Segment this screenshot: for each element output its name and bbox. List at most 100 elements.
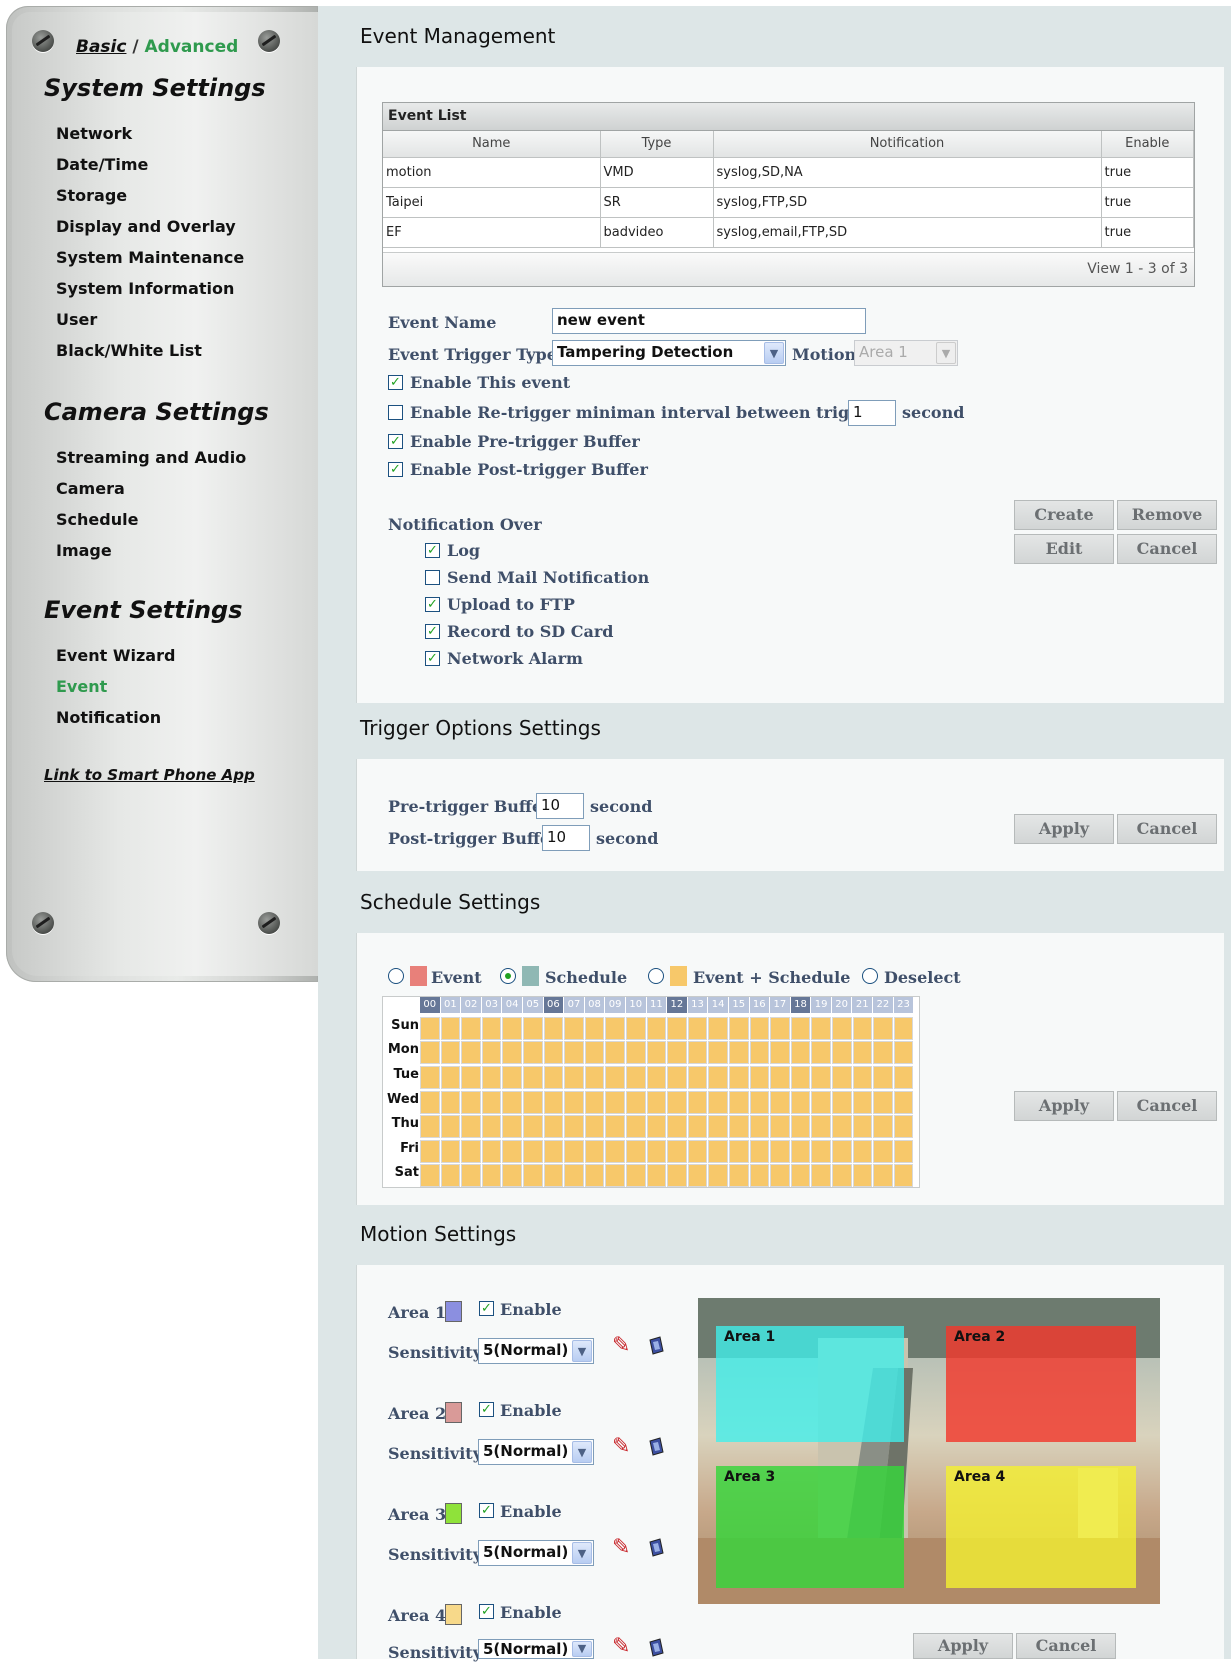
day-label[interactable]: Wed xyxy=(383,1092,419,1107)
schedule-cell[interactable] xyxy=(605,1164,625,1187)
schedule-cell[interactable] xyxy=(440,1115,461,1138)
schedule-cell[interactable] xyxy=(605,1066,625,1089)
notify-ftp-checkbox[interactable]: ✓ xyxy=(425,597,440,612)
schedule-cell[interactable] xyxy=(893,1140,914,1163)
schedule-cell[interactable] xyxy=(749,1091,770,1114)
schedule-cell[interactable] xyxy=(687,1066,708,1089)
area-3-sensitivity-select[interactable]: 5(Normal) ▼ xyxy=(478,1540,594,1566)
area-4-enable-checkbox[interactable]: ✓ xyxy=(479,1604,494,1619)
nav-event[interactable]: Event xyxy=(56,671,175,702)
create-button[interactable]: Create xyxy=(1014,500,1114,530)
schedule-cell[interactable] xyxy=(481,1017,502,1040)
pencil-icon[interactable]: ✎ xyxy=(612,1636,630,1658)
schedule-cell[interactable] xyxy=(481,1066,502,1089)
schedule-cell[interactable] xyxy=(873,1164,893,1187)
pre-trigger-input[interactable]: 10 xyxy=(536,793,584,819)
schedule-cell[interactable] xyxy=(440,1091,461,1114)
schedule-cell[interactable] xyxy=(523,1066,543,1089)
schedule-cell[interactable] xyxy=(811,1115,831,1138)
cancel-event-button[interactable]: Cancel xyxy=(1117,534,1217,564)
notify-mail-checkbox[interactable] xyxy=(425,570,440,585)
hour-label[interactable]: 22 xyxy=(873,997,894,1013)
nav-system-maintenance[interactable]: System Maintenance xyxy=(56,242,244,273)
apply-trigger-button[interactable]: Apply xyxy=(1014,814,1114,844)
schedule-cell[interactable] xyxy=(687,1041,708,1064)
nav-event-wizard[interactable]: Event Wizard xyxy=(56,640,175,671)
table-row[interactable]: motion VMD syslog,SD,NA true xyxy=(383,157,1194,188)
event-radio[interactable] xyxy=(388,968,404,984)
schedule-cell[interactable] xyxy=(729,1041,749,1064)
schedule-grid[interactable]: 00 01 02 03 04 05 06 07 08 09 10 11 12 1… xyxy=(382,996,920,1188)
schedule-cell[interactable] xyxy=(420,1041,440,1064)
schedule-cell[interactable] xyxy=(667,1140,687,1163)
schedule-cell[interactable] xyxy=(440,1017,461,1040)
schedule-cell[interactable] xyxy=(481,1140,502,1163)
schedule-cell[interactable] xyxy=(687,1091,708,1114)
edit-button[interactable]: Edit xyxy=(1014,534,1114,564)
nav-display-overlay[interactable]: Display and Overlay xyxy=(56,211,244,242)
pencil-icon[interactable]: ✎ xyxy=(612,1335,630,1357)
schedule-cell[interactable] xyxy=(687,1164,708,1187)
notify-alarm-checkbox[interactable]: ✓ xyxy=(425,651,440,666)
apply-motion-button[interactable]: Apply xyxy=(913,1633,1013,1659)
smart-phone-app-link[interactable]: Link to Smart Phone App xyxy=(44,766,255,784)
schedule-cell[interactable] xyxy=(543,1115,564,1138)
hour-label[interactable]: 11 xyxy=(646,997,668,1013)
cancel-motion-button[interactable]: Cancel xyxy=(1016,1633,1116,1659)
schedule-cell[interactable] xyxy=(770,1066,790,1089)
schedule-cell[interactable] xyxy=(440,1140,461,1163)
event-trigger-type-select[interactable]: Tampering Detection ▼ xyxy=(552,340,786,366)
advanced-mode-link[interactable]: Advanced xyxy=(145,37,239,57)
schedule-cell[interactable] xyxy=(543,1091,564,1114)
schedule-cell[interactable] xyxy=(461,1115,481,1138)
schedule-cell[interactable] xyxy=(893,1066,914,1089)
hour-label[interactable]: 21 xyxy=(852,997,874,1013)
schedule-cell[interactable] xyxy=(708,1140,728,1163)
camera-preview-image[interactable]: Area 1 Area 2 Area 3 Area 4 xyxy=(698,1298,1160,1604)
schedule-cell[interactable] xyxy=(811,1066,831,1089)
schedule-cell[interactable] xyxy=(729,1091,749,1114)
schedule-cell[interactable] xyxy=(687,1115,708,1138)
hour-label[interactable]: 13 xyxy=(687,997,709,1013)
schedule-cell[interactable] xyxy=(749,1066,770,1089)
column-header-type[interactable]: Type xyxy=(600,131,714,158)
schedule-cell[interactable] xyxy=(440,1066,461,1089)
schedule-cell[interactable] xyxy=(667,1066,687,1089)
schedule-cell[interactable] xyxy=(708,1017,728,1040)
hour-label[interactable]: 02 xyxy=(461,997,482,1013)
schedule-cell[interactable] xyxy=(646,1115,667,1138)
column-header-name[interactable]: Name xyxy=(383,131,601,158)
schedule-cell[interactable] xyxy=(523,1017,543,1040)
motion-zone-area-2[interactable]: Area 2 xyxy=(946,1326,1136,1442)
schedule-cell[interactable] xyxy=(708,1066,728,1089)
hour-label[interactable]: 20 xyxy=(831,997,853,1013)
schedule-cell[interactable] xyxy=(543,1066,564,1089)
schedule-cell[interactable] xyxy=(729,1066,749,1089)
hour-label[interactable]: 01 xyxy=(440,997,462,1013)
schedule-cell[interactable] xyxy=(667,1164,687,1187)
schedule-cell[interactable] xyxy=(605,1091,625,1114)
schedule-cell[interactable] xyxy=(832,1140,852,1163)
schedule-cell[interactable] xyxy=(564,1017,584,1040)
schedule-cell[interactable] xyxy=(811,1164,831,1187)
schedule-cell[interactable] xyxy=(770,1164,790,1187)
schedule-cell[interactable] xyxy=(811,1091,831,1114)
schedule-cell[interactable] xyxy=(605,1041,625,1064)
schedule-cell[interactable] xyxy=(543,1017,564,1040)
column-header-enable[interactable]: Enable xyxy=(1101,131,1194,158)
schedule-cell[interactable] xyxy=(564,1140,584,1163)
schedule-cell[interactable] xyxy=(790,1066,811,1089)
day-label[interactable]: Fri xyxy=(383,1141,419,1156)
schedule-cell[interactable] xyxy=(626,1041,646,1064)
schedule-cell[interactable] xyxy=(708,1091,728,1114)
schedule-cell[interactable] xyxy=(852,1140,873,1163)
schedule-cell[interactable] xyxy=(749,1017,770,1040)
schedule-cell[interactable] xyxy=(729,1115,749,1138)
apply-schedule-button[interactable]: Apply xyxy=(1014,1091,1114,1121)
schedule-cell[interactable] xyxy=(440,1164,461,1187)
schedule-cell[interactable] xyxy=(626,1140,646,1163)
nav-schedule[interactable]: Schedule xyxy=(56,504,246,535)
schedule-cell[interactable] xyxy=(852,1091,873,1114)
schedule-cell[interactable] xyxy=(832,1017,852,1040)
schedule-cell[interactable] xyxy=(502,1017,522,1040)
